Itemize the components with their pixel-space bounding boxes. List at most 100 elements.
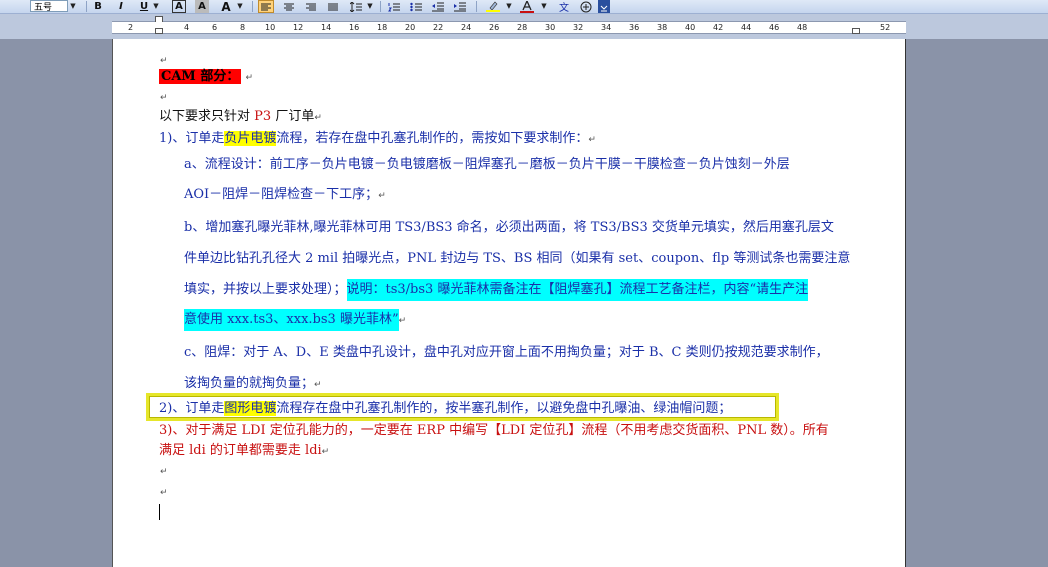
- ruler-number: 52: [880, 23, 891, 32]
- highlight-button[interactable]: [484, 0, 502, 13]
- intro-text: 以下要求只针对: [159, 109, 251, 124]
- item-1b-note-highlight: 说明：ts3/bs3 曝光菲林需备注在【阻焊塞孔】流程工艺备注栏，内容“请生产注: [346, 279, 809, 301]
- item-1-line[interactable]: 1)、订单走负片电镀流程，若存在盘中孔塞孔制作的，需按如下要求制作：↵: [159, 131, 596, 147]
- horizontal-ruler[interactable]: 2 4 6 8 10 12 14 16 18 20 22 24 26 28 30…: [112, 16, 906, 34]
- bulleted-list-icon: [410, 2, 422, 11]
- item-1a-line-1[interactable]: a、流程设计：前工序－负片电镀－负电镀磨板－阻焊塞孔－磨板－负片干膜－干膜检查－…: [184, 157, 790, 173]
- align-center-button[interactable]: [282, 0, 296, 13]
- line-spacing-icon: [350, 1, 362, 12]
- ruler-number: 20: [405, 23, 416, 32]
- font-size-combo[interactable]: 五号: [30, 0, 68, 13]
- ruler-number: 6: [212, 23, 218, 32]
- left-indent-marker[interactable]: [155, 28, 163, 34]
- ruler-number: 2: [128, 23, 134, 32]
- paragraph-mark: ↵: [588, 135, 596, 145]
- ruler-number: 14: [321, 23, 332, 32]
- chevron-down-icon: [600, 5, 608, 11]
- numbered-list-icon: [388, 2, 400, 11]
- item-1-highlight: 负片电镀: [224, 131, 277, 146]
- item-1b-note-highlight-end: 意使用 xxx.ts3、xxx.bs3 曝光菲林”: [184, 309, 399, 331]
- paragraph-mark: ↵: [378, 191, 386, 201]
- item-1c-line-1[interactable]: c、阻焊：对于 A、D、E 类盘中孔设计，盘中孔对应开窗上面不用掏负量；对于 B…: [184, 345, 829, 361]
- item-2-line[interactable]: 2)、订单走图形电镀流程存在盘中孔塞孔制作的，按半塞孔制作，以避免盘中孔曝油、绿…: [159, 401, 731, 417]
- chevron-down-icon[interactable]: ▼: [366, 0, 374, 12]
- enclose-characters-icon: [580, 1, 592, 12]
- ruler-number: 10: [265, 23, 276, 32]
- align-center-icon: [284, 3, 294, 10]
- justify-button[interactable]: [326, 0, 340, 13]
- line-spacing-button[interactable]: [348, 0, 364, 13]
- numbering-button[interactable]: [386, 0, 402, 13]
- ruler-number: 48: [797, 23, 808, 32]
- cam-heading[interactable]: CAM 部分： ↵: [159, 69, 253, 85]
- first-line-indent-marker[interactable]: [155, 16, 163, 22]
- chevron-down-icon[interactable]: ▼: [505, 0, 513, 12]
- cam-heading-text: CAM 部分：: [159, 69, 242, 84]
- intro-p3-text: P3: [254, 109, 272, 124]
- enclose-characters-button[interactable]: [578, 0, 594, 13]
- phonetic-guide-button[interactable]: 文: [556, 0, 572, 14]
- text-cursor: [159, 504, 160, 520]
- increase-indent-button[interactable]: [452, 0, 468, 13]
- ruler-number: 18: [377, 23, 388, 32]
- item-1b-line-4[interactable]: 意使用 xxx.ts3、xxx.bs3 曝光菲林”↵: [184, 309, 407, 331]
- ruler-number: 4: [184, 23, 190, 32]
- ruler-number: 38: [657, 23, 668, 32]
- item-3-line-2[interactable]: 满足 ldi 的订单都需要走 ldi↵: [159, 443, 329, 459]
- bold-button[interactable]: B: [92, 0, 104, 13]
- char-border-button[interactable]: A: [172, 0, 186, 13]
- intro-line[interactable]: 以下要求只针对 P3 厂订单↵: [159, 109, 322, 125]
- ruler-number: 12: [293, 23, 304, 32]
- align-right-button[interactable]: [304, 0, 318, 13]
- item-1b-line-3[interactable]: 填实，并按以上要求处理）；说明：ts3/bs3 曝光菲林需备注在【阻焊塞孔】流程…: [184, 279, 809, 301]
- item-1-text: 1)、订单走: [159, 131, 225, 146]
- chevron-down-icon[interactable]: ▼: [69, 0, 77, 12]
- formatting-toolbar: 五号 ▼ B I U ▼ A A A ▼ ▼ ▼ ▼ 文: [0, 0, 1048, 14]
- ruler-number: 34: [601, 23, 612, 32]
- char-scale-button[interactable]: A: [218, 0, 234, 14]
- item-1b-line-2[interactable]: 件单边比钻孔孔径大 2 mil 拍曝光点，PNL 封边与 TS、BS 相同（如果…: [184, 251, 850, 267]
- underline-button[interactable]: U: [138, 0, 150, 13]
- paragraph-mark: ↵: [398, 316, 407, 326]
- align-right-icon: [306, 3, 316, 10]
- ruler-number: 32: [573, 23, 584, 32]
- paragraph-mark: ↵: [160, 56, 168, 66]
- item-1-text-end: 流程，若存在盘中孔塞孔制作的，需按如下要求制作：: [276, 131, 589, 146]
- ruler-number: 16: [349, 23, 360, 32]
- paragraph-mark: ↵: [314, 113, 322, 123]
- paragraph-mark: ↵: [321, 447, 330, 457]
- toolbar-separator: [252, 1, 253, 12]
- chevron-down-icon[interactable]: ▼: [236, 0, 244, 12]
- toolbar-options-button[interactable]: [598, 0, 610, 13]
- chevron-down-icon[interactable]: ▼: [152, 0, 160, 12]
- paragraph-mark: ↵: [314, 380, 322, 390]
- item-3-line-1[interactable]: 3)、对于满足 LDI 定位孔能力的，一定要在 ERP 中编写【LDI 定位孔】…: [159, 423, 829, 439]
- align-left-button[interactable]: [258, 0, 274, 13]
- item-1a-text: AOI－阻焊－阻焊检查－下工序；: [184, 187, 379, 202]
- item-1a-line-2[interactable]: AOI－阻焊－阻焊检查－下工序；↵: [184, 187, 386, 203]
- highlighter-icon: [486, 1, 500, 12]
- char-shading-button[interactable]: A: [195, 0, 209, 13]
- item-2-text: 2)、订单走: [159, 401, 225, 416]
- toolbar-separator: [86, 1, 87, 12]
- item-1b-line-1[interactable]: b、增加塞孔曝光菲林,曝光菲林可用 TS3/BS3 命名，必须出两面，将 TS3…: [184, 220, 834, 236]
- chevron-down-icon[interactable]: ▼: [540, 0, 548, 12]
- font-color-button[interactable]: [518, 0, 536, 13]
- ruler-number: 22: [433, 23, 444, 32]
- ruler-number: 24: [461, 23, 472, 32]
- ruler-number: 8: [240, 23, 246, 32]
- item-3-text: 满足 ldi 的订单都需要走 ldi: [159, 443, 322, 458]
- bullets-button[interactable]: [408, 0, 424, 13]
- item-2-text-end: 流程存在盘中孔塞孔制作的，按半塞孔制作，以避免盘中孔曝油、绿油帽问题；: [276, 401, 732, 416]
- decrease-indent-button[interactable]: [430, 0, 446, 13]
- decrease-indent-icon: [432, 2, 444, 11]
- toolbar-separator: [380, 1, 381, 12]
- item-1c-line-2[interactable]: 该掏负量的就掏负量；↵: [184, 376, 322, 392]
- font-color-icon: [520, 0, 534, 13]
- paragraph-mark: ↵: [160, 93, 168, 103]
- italic-button[interactable]: I: [115, 0, 127, 13]
- justify-icon: [328, 3, 338, 10]
- ruler-number: 42: [713, 23, 724, 32]
- right-indent-marker[interactable]: [852, 28, 860, 34]
- increase-indent-icon: [454, 2, 466, 11]
